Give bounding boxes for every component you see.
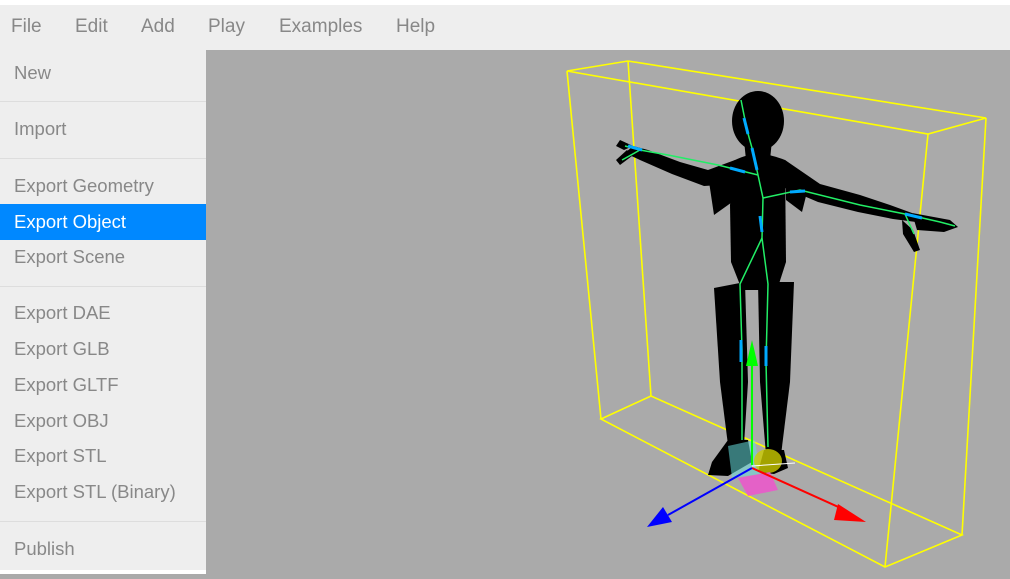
menu-option-export-dae[interactable]: Export DAE (0, 295, 206, 331)
menu-separator (0, 101, 206, 102)
menu-option-export-glb[interactable]: Export GLB (0, 331, 206, 367)
bbox-edge (961, 117, 987, 536)
menu-option-new[interactable]: New (0, 55, 206, 91)
menu-file[interactable]: File (11, 13, 42, 45)
menu-examples[interactable]: Examples (279, 13, 362, 45)
menu-option-export-obj[interactable]: Export OBJ (0, 403, 206, 439)
menu-option-export-object[interactable]: Export Object (0, 204, 206, 240)
file-menu-dropdown: New Import Export Geometry Export Object… (0, 50, 206, 574)
bbox-edge (884, 133, 929, 568)
menu-separator (0, 521, 206, 522)
gizmo-y-arrow (746, 340, 758, 366)
menu-separator (0, 286, 206, 287)
menu-edit[interactable]: Edit (75, 13, 108, 45)
menu-option-export-stl-binary[interactable]: Export STL (Binary) (0, 474, 206, 510)
menu-separator (0, 158, 206, 159)
menu-option-import[interactable]: Import (0, 111, 206, 147)
gizmo-x-arrow (834, 504, 866, 522)
menu-help[interactable]: Help (396, 13, 435, 45)
menubar: File Edit Add Play Examples Help (0, 0, 1010, 50)
menu-play[interactable]: Play (208, 13, 245, 45)
character-silhouette[interactable] (616, 91, 958, 476)
menu-option-export-geometry[interactable]: Export Geometry (0, 168, 206, 204)
menu-option-export-scene[interactable]: Export Scene (0, 239, 206, 275)
menu-add[interactable]: Add (141, 13, 175, 45)
bbox-edge (566, 70, 602, 420)
menu-option-publish[interactable]: Publish (0, 531, 206, 567)
transform-gizmo[interactable] (647, 340, 866, 527)
gizmo-z-arrow (647, 507, 672, 527)
menu-option-export-gltf[interactable]: Export GLTF (0, 367, 206, 403)
menu-option-export-stl[interactable]: Export STL (0, 438, 206, 474)
bbox-edge (627, 60, 652, 397)
skeleton-bones (621, 99, 956, 448)
